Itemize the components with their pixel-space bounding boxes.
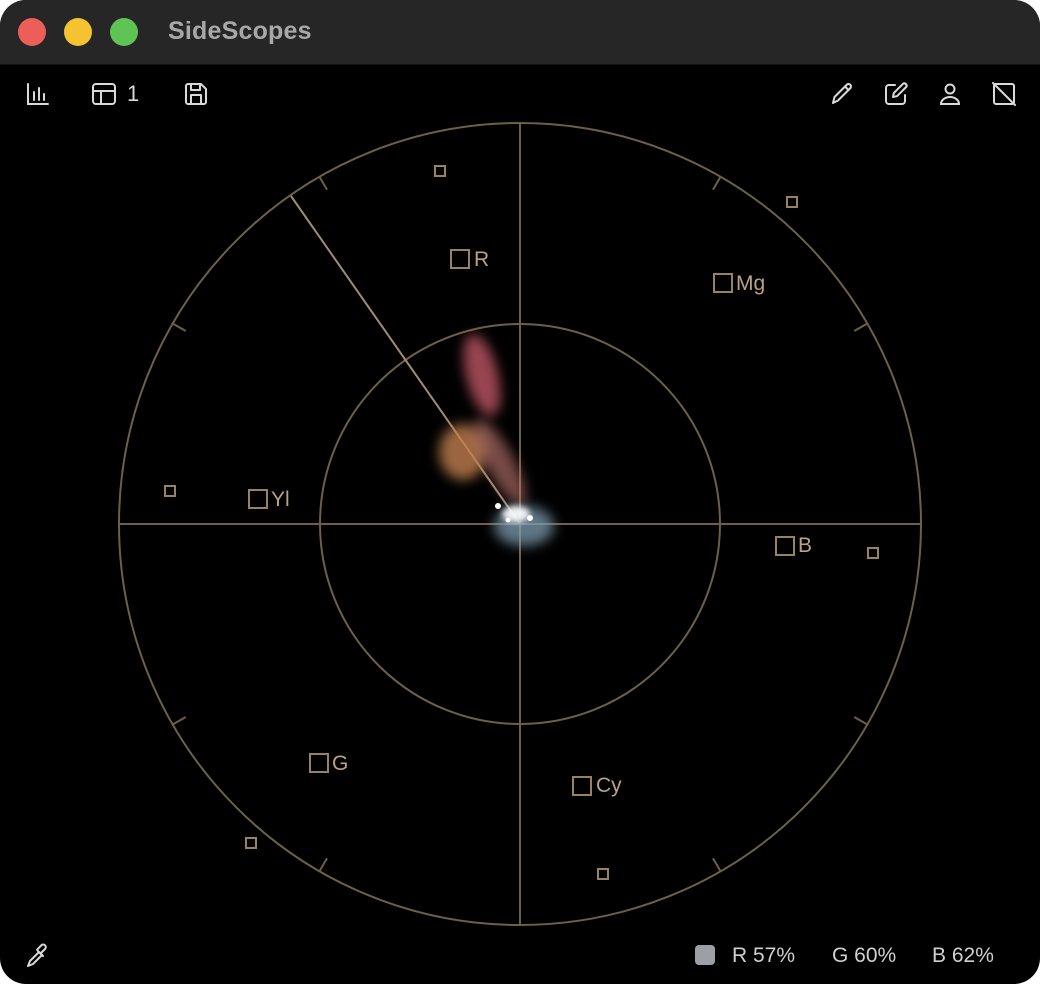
target-blue-box xyxy=(775,536,795,556)
target-label-cy: Cy xyxy=(596,774,622,797)
target-red-box xyxy=(450,249,470,269)
red-readout: R 57% xyxy=(732,944,796,967)
green-readout: G 60% xyxy=(832,944,897,967)
scope-window: SideScopes 1 R Mg B Cy G Yl R 57% G 60% … xyxy=(0,0,1040,984)
trace-dot xyxy=(527,515,533,521)
target-cyan-100-box xyxy=(597,868,609,880)
tick-mark xyxy=(853,322,868,332)
target-red-100-box xyxy=(434,165,446,177)
target-label-yl: Yl xyxy=(271,488,290,511)
tick-mark xyxy=(172,716,187,726)
vectorscope: R Mg B Cy G Yl xyxy=(118,122,922,926)
tick-mark xyxy=(172,322,187,332)
target-magenta-100-box xyxy=(786,196,798,208)
scope-trace xyxy=(439,334,554,546)
tick-mark xyxy=(853,716,868,726)
target-green-box xyxy=(309,753,329,773)
target-magenta-box xyxy=(713,273,733,293)
color-swatch xyxy=(695,945,715,965)
tick-mark xyxy=(712,857,722,872)
target-label-r: R xyxy=(474,248,489,271)
target-blue-100-box xyxy=(867,547,879,559)
target-label-g: G xyxy=(332,752,348,775)
target-green-100-box xyxy=(245,837,257,849)
target-cyan-box xyxy=(572,776,592,796)
trace-dot xyxy=(495,503,501,509)
trace-dot xyxy=(505,517,511,523)
target-label-b: B xyxy=(798,534,812,557)
target-yellow-box xyxy=(248,489,268,509)
tick-mark xyxy=(318,857,328,872)
blue-readout: B 62% xyxy=(932,944,994,967)
target-label-mg: Mg xyxy=(736,272,765,295)
tick-mark xyxy=(318,176,328,191)
tick-mark xyxy=(712,176,722,191)
trace-red-plume xyxy=(463,334,501,416)
eyedropper-icon[interactable] xyxy=(24,942,52,970)
target-yellow-100-box xyxy=(164,485,176,497)
